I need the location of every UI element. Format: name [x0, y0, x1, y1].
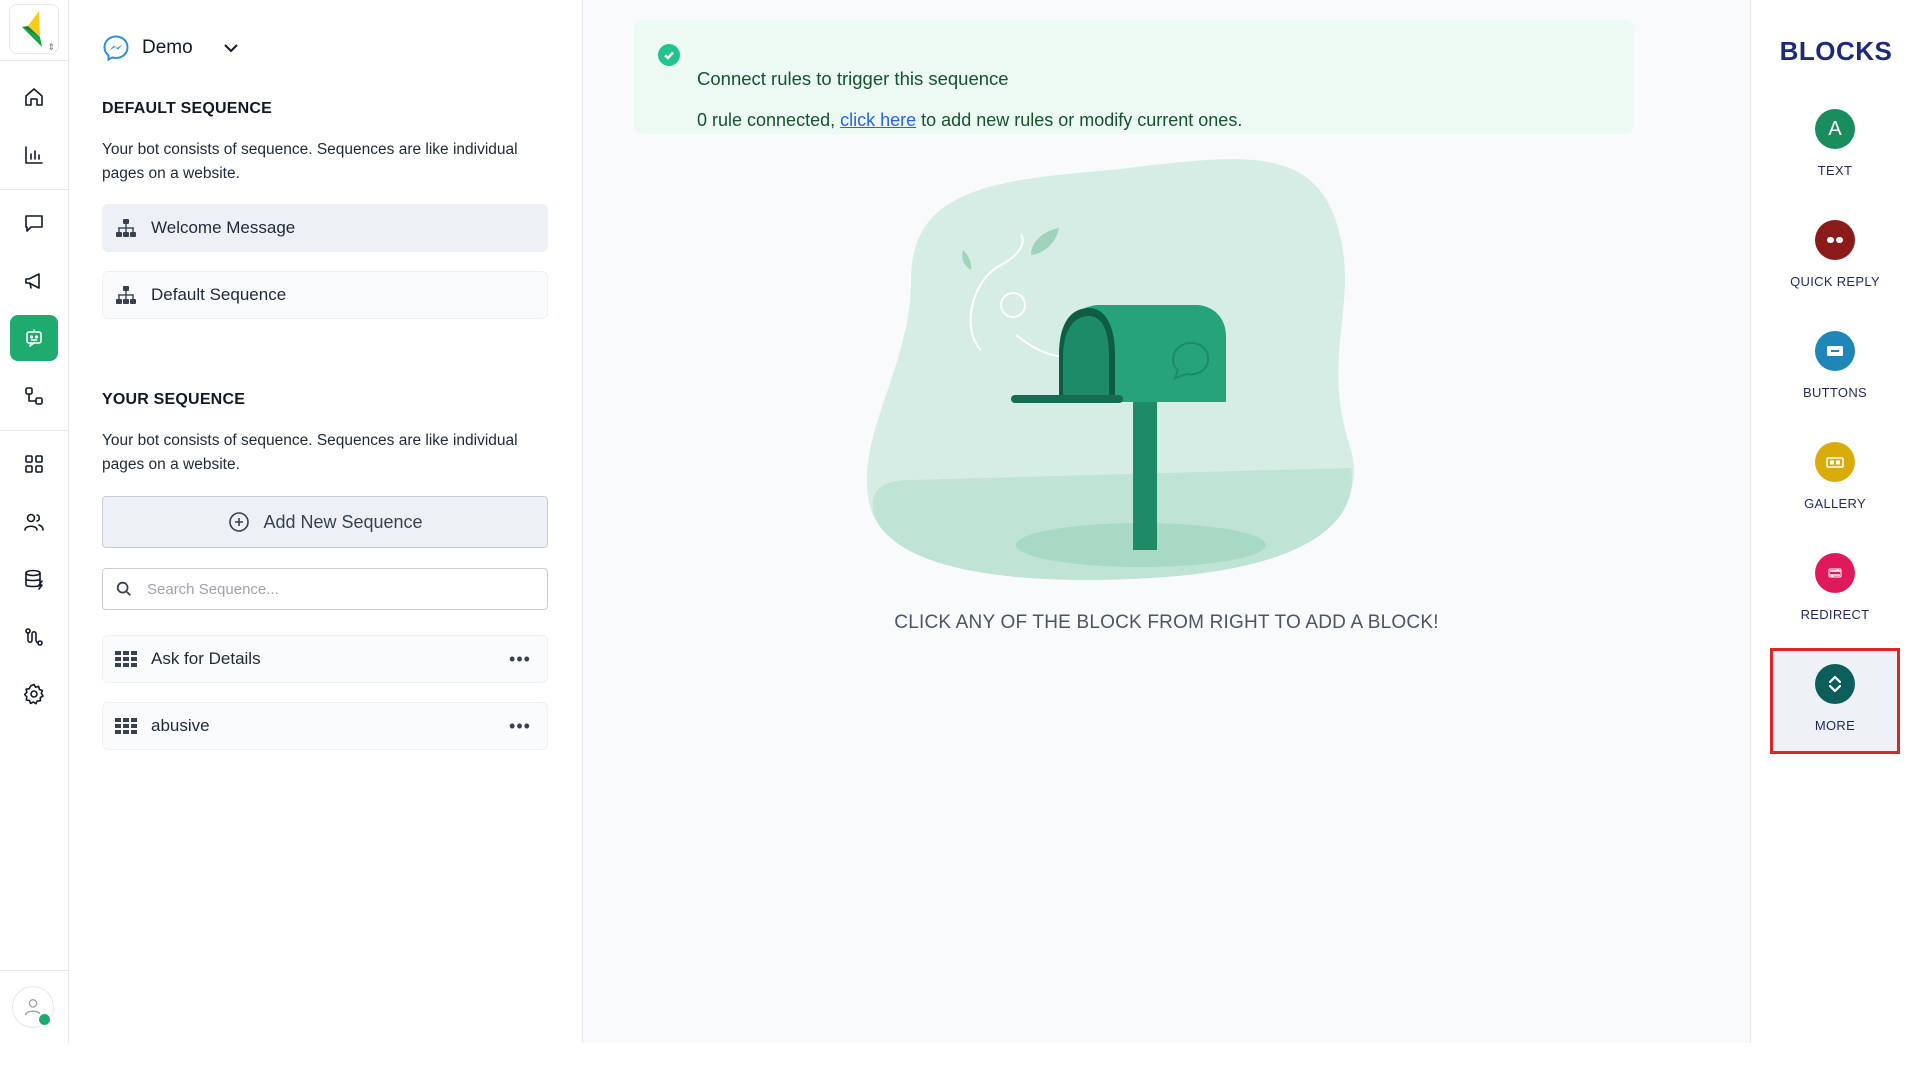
sitemap-icon — [116, 219, 136, 237]
sidebar-item-apps[interactable] — [10, 441, 58, 487]
redirect-icon — [1815, 553, 1855, 593]
sequence-item-abusive[interactable]: abusive ••• — [102, 702, 548, 750]
default-sequence-title: DEFAULT SEQUENCE — [102, 100, 273, 117]
mailbox-illustration — [866, 159, 1355, 580]
add-new-sequence-button[interactable]: Add New Sequence — [102, 496, 548, 548]
sequence-item-label: Ask for Details — [151, 649, 261, 668]
gear-icon — [23, 683, 44, 705]
block-gallery[interactable]: GALLERY — [1770, 426, 1900, 532]
letter-a-icon: A — [1815, 109, 1855, 149]
chat-bubble-icon — [25, 215, 43, 232]
user-avatar[interactable] — [12, 986, 54, 1028]
sidebar-item-settings[interactable] — [10, 671, 58, 717]
table-grid-icon — [115, 718, 137, 734]
sequence-item-label: Welcome Message — [151, 218, 296, 237]
block-more[interactable]: MORE — [1770, 648, 1900, 754]
search-icon — [116, 581, 131, 596]
workspace-logo-button[interactable]: ⇕ — [9, 4, 59, 54]
canvas-hint: CLICK ANY OF THE BLOCK FROM RIGHT TO ADD… — [894, 612, 1439, 633]
banner-sub-prefix: 0 rule connected, — [697, 110, 836, 130]
sidebar-item-automation[interactable] — [10, 614, 58, 660]
workflow-icon — [25, 387, 43, 405]
button-icon — [1815, 331, 1855, 371]
banner-subtitle: 0 rule connected, click here to add new … — [697, 110, 1242, 131]
flow-icon — [25, 628, 43, 646]
block-label: QUICK REPLY — [1790, 274, 1880, 289]
chevron-down-icon — [223, 44, 238, 53]
block-redirect[interactable]: REDIRECT — [1770, 537, 1900, 643]
click-here-link[interactable]: click here — [840, 110, 916, 130]
bar-chart-icon — [25, 146, 43, 164]
sidebar-item-audience[interactable] — [10, 499, 58, 545]
your-sequence-title: YOUR SEQUENCE — [102, 391, 246, 408]
block-label: MORE — [1814, 718, 1856, 733]
rail-divider — [0, 430, 68, 431]
block-text[interactable]: A TEXT — [1770, 93, 1900, 199]
sequence-item-ask-for-details[interactable]: Ask for Details ••• — [102, 635, 548, 683]
sequence-item-welcome-message[interactable]: Welcome Message — [102, 204, 548, 252]
switch-workspace-icon: ⇕ — [47, 42, 55, 52]
gallery-icon — [1815, 442, 1855, 482]
more-options-button[interactable]: ••• — [507, 647, 533, 671]
sequence-item-label: abusive — [151, 716, 210, 735]
sidebar-item-integrations[interactable] — [10, 373, 58, 419]
bot-name: Demo — [142, 37, 193, 58]
banner-sub-suffix: to add new rules or modify current ones. — [921, 110, 1243, 130]
grid-icon — [25, 455, 43, 473]
bot-selector[interactable]: Demo — [102, 34, 241, 62]
check-circle-icon — [658, 44, 680, 66]
your-sequence-description: Your bot consists of sequence. Sequences… — [102, 432, 518, 473]
block-label: BUTTONS — [1803, 385, 1867, 400]
sidebar-item-analytics[interactable] — [10, 132, 58, 178]
block-quick-reply[interactable]: QUICK REPLY — [1770, 204, 1900, 310]
rail-divider — [0, 970, 68, 971]
add-new-sequence-label: Add New Sequence — [263, 511, 423, 532]
block-label: REDIRECT — [1800, 607, 1870, 622]
blocks-title: BLOCKS — [1779, 36, 1893, 66]
sitemap-icon — [116, 286, 136, 304]
rail-divider — [0, 60, 68, 61]
home-icon — [25, 88, 43, 106]
chevron-up-down-icon — [1815, 664, 1855, 704]
bot-icon — [26, 329, 42, 347]
sidebar-item-bot-builder[interactable] — [10, 315, 58, 361]
sequence-item-label: Default Sequence — [151, 285, 287, 304]
users-icon — [24, 513, 44, 531]
block-buttons[interactable]: BUTTONS — [1770, 315, 1900, 421]
rail-divider — [0, 189, 68, 190]
database-icon — [25, 569, 43, 590]
banner-title: Connect rules to trigger this sequence — [697, 68, 1009, 89]
default-sequence-description: Your bot consists of sequence. Sequences… — [102, 141, 518, 182]
block-label: GALLERY — [1804, 496, 1866, 511]
builder-canvas: Connect rules to trigger this sequence 0… — [583, 0, 1750, 1043]
sequence-item-default-sequence[interactable]: Default Sequence — [102, 271, 548, 319]
messenger-icon — [103, 35, 129, 62]
sequence-panel: Demo DEFAULT SEQUENCE Your bot consists … — [69, 0, 583, 1043]
sidebar-item-inbox[interactable] — [10, 200, 58, 246]
online-status-indicator — [37, 1012, 52, 1027]
plus-circle-icon — [229, 512, 250, 532]
table-grid-icon — [115, 651, 137, 667]
sidebar-item-broadcast[interactable] — [10, 258, 58, 304]
rules-banner: Connect rules to trigger this sequence 0… — [634, 20, 1634, 134]
blocks-panel: BLOCKS A TEXT QUICK REPLY BUTTONS GALLER… — [1750, 0, 1920, 1043]
sidebar-item-data-lab[interactable] — [10, 556, 58, 602]
search-sequence-box — [102, 568, 548, 610]
more-options-button[interactable]: ••• — [507, 714, 533, 738]
search-sequence-input[interactable] — [145, 579, 529, 599]
icon-rail: ⇕ — [0, 0, 69, 1043]
block-label: TEXT — [1817, 163, 1853, 178]
sidebar-item-home[interactable] — [10, 74, 58, 120]
quick-reply-icon — [1815, 220, 1855, 260]
megaphone-icon — [25, 273, 40, 289]
